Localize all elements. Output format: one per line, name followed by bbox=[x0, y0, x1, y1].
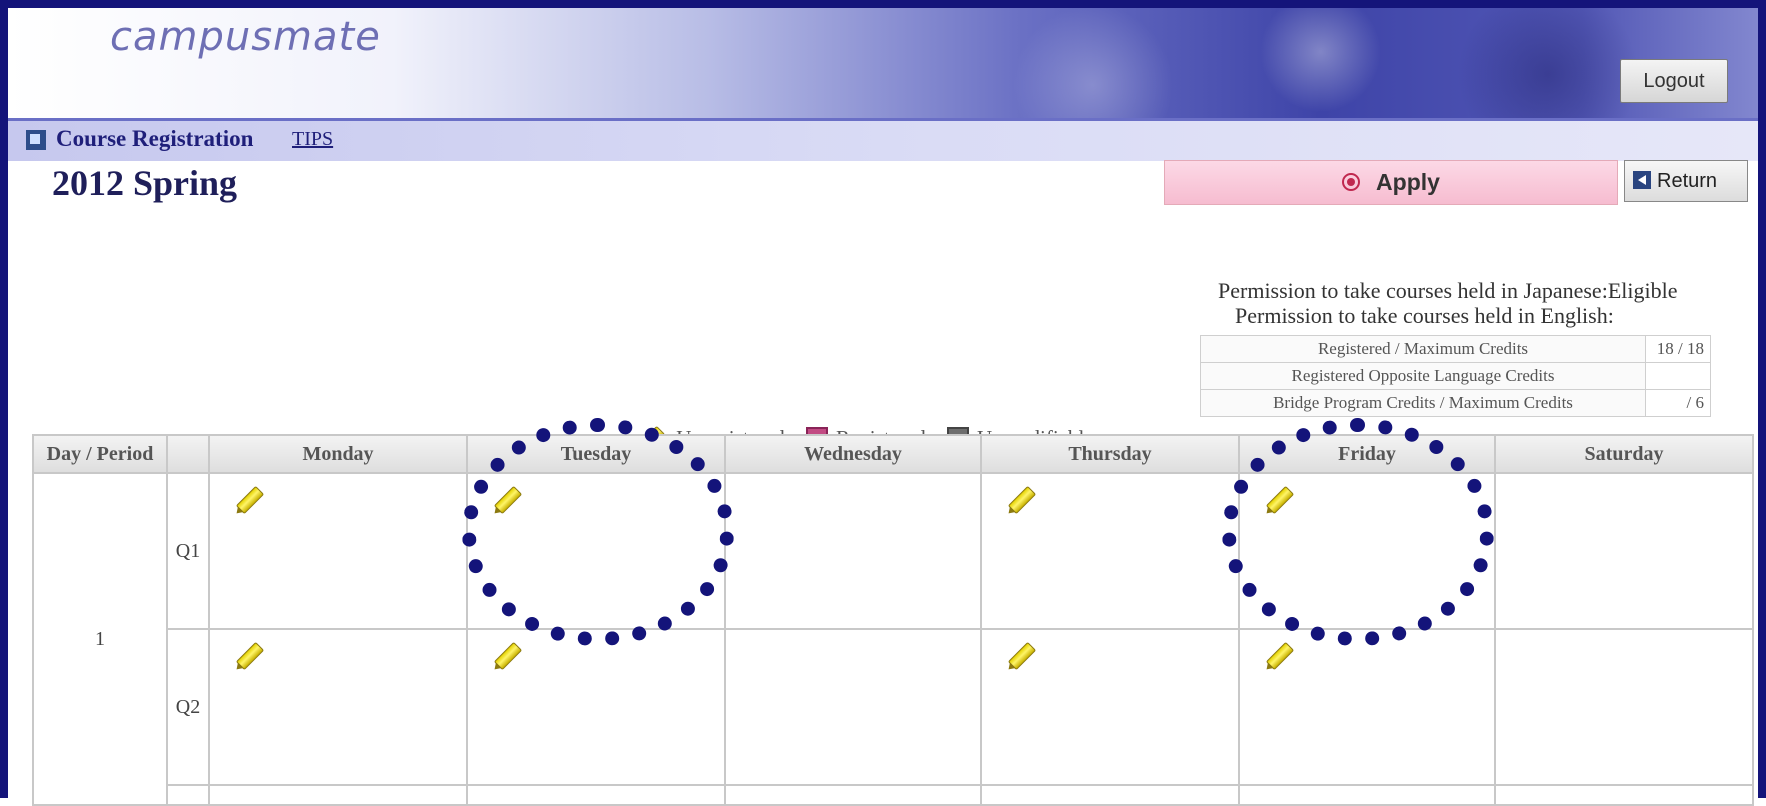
credits-value: / 6 bbox=[1645, 389, 1711, 417]
slot-thursday-q2[interactable] bbox=[980, 628, 1240, 786]
credits-value: 18 / 18 bbox=[1645, 335, 1711, 363]
back-arrow-icon bbox=[1633, 170, 1651, 189]
credits-row: Registered Opposite Language Credits bbox=[1200, 362, 1711, 390]
slot-wednesday-next bbox=[724, 784, 982, 806]
edit-pencil-icon[interactable] bbox=[493, 641, 523, 671]
friday-highlight-circle bbox=[1222, 418, 1494, 646]
edit-pencil-icon[interactable] bbox=[235, 485, 265, 515]
radio-icon bbox=[1342, 172, 1361, 191]
table-row: Q2 bbox=[33, 628, 1754, 786]
slot-saturday-q1 bbox=[1494, 472, 1754, 630]
credits-row: Registered / Maximum Credits 18 / 18 bbox=[1200, 335, 1711, 363]
slot-wednesday-q1 bbox=[724, 472, 982, 630]
quarter-label: Q1 bbox=[166, 472, 210, 630]
header-banner: campusmate Logout bbox=[8, 8, 1758, 118]
quarter-label bbox=[166, 784, 210, 806]
slot-tuesday-next bbox=[466, 784, 726, 806]
course-registration-icon bbox=[26, 130, 46, 150]
slot-monday-q1[interactable] bbox=[208, 472, 468, 630]
quarter-header bbox=[166, 434, 210, 474]
english-permission: Permission to take courses held in Engli… bbox=[1235, 303, 1614, 329]
day-header-wednesday: Wednesday bbox=[724, 434, 982, 474]
day-header-thursday: Thursday bbox=[980, 434, 1240, 474]
edit-pencil-icon[interactable] bbox=[1007, 641, 1037, 671]
return-button[interactable]: Return bbox=[1624, 160, 1748, 202]
slot-thursday-q1[interactable] bbox=[980, 472, 1240, 630]
japanese-permission-label: Permission to take courses held in Japan… bbox=[1218, 278, 1608, 303]
slot-friday-next bbox=[1238, 784, 1496, 806]
apply-button[interactable]: Apply bbox=[1164, 160, 1618, 205]
credits-summary-table: Registered / Maximum Credits 18 / 18 Reg… bbox=[1200, 335, 1711, 417]
credits-row: Bridge Program Credits / Maximum Credits… bbox=[1200, 389, 1711, 417]
slot-monday-q2[interactable] bbox=[208, 628, 468, 786]
apply-label: Apply bbox=[1376, 169, 1440, 195]
page-titlebar: Course Registration TIPS bbox=[8, 118, 1758, 161]
japanese-permission-value: Eligible bbox=[1607, 278, 1678, 303]
slot-tuesday-q2[interactable] bbox=[466, 628, 726, 786]
credits-label: Bridge Program Credits / Maximum Credits bbox=[1200, 389, 1646, 417]
page-title: Course Registration bbox=[56, 126, 254, 151]
slot-friday-q2[interactable] bbox=[1238, 628, 1496, 786]
slot-wednesday-q2 bbox=[724, 628, 982, 786]
slot-thursday-next bbox=[980, 784, 1240, 806]
quarter-label: Q2 bbox=[166, 628, 210, 786]
tuesday-highlight-circle bbox=[462, 418, 734, 646]
slot-saturday-next bbox=[1494, 784, 1754, 806]
period-label: 1 bbox=[32, 472, 168, 806]
japanese-permission: Permission to take courses held in Japan… bbox=[1218, 278, 1677, 304]
slot-monday-next bbox=[208, 784, 468, 806]
return-label: Return bbox=[1657, 170, 1718, 192]
edit-pencil-icon[interactable] bbox=[1265, 641, 1295, 671]
credits-value bbox=[1645, 362, 1711, 390]
table-row bbox=[33, 784, 1754, 806]
english-permission-label: Permission to take courses held in Engli… bbox=[1235, 303, 1614, 328]
corner-header: Day / Period bbox=[32, 434, 168, 474]
credits-label: Registered / Maximum Credits bbox=[1200, 335, 1646, 363]
timetable: Day / Period Monday Tuesday Wednesday Th… bbox=[32, 434, 1754, 806]
credits-label: Registered Opposite Language Credits bbox=[1200, 362, 1646, 390]
table-row: 1 Q1 bbox=[32, 472, 1754, 806]
term-heading: 2012 Spring bbox=[52, 163, 238, 203]
day-header-monday: Monday bbox=[208, 434, 468, 474]
tips-link[interactable]: TIPS bbox=[292, 128, 333, 151]
timetable-header-row: Day / Period Monday Tuesday Wednesday Th… bbox=[32, 434, 1754, 474]
slot-saturday-q2 bbox=[1494, 628, 1754, 786]
day-header-saturday: Saturday bbox=[1494, 434, 1754, 474]
edit-pencil-icon[interactable] bbox=[235, 641, 265, 671]
campusmate-logo: campusmate bbox=[110, 14, 381, 60]
logout-button[interactable]: Logout bbox=[1620, 59, 1728, 103]
edit-pencil-icon[interactable] bbox=[1007, 485, 1037, 515]
